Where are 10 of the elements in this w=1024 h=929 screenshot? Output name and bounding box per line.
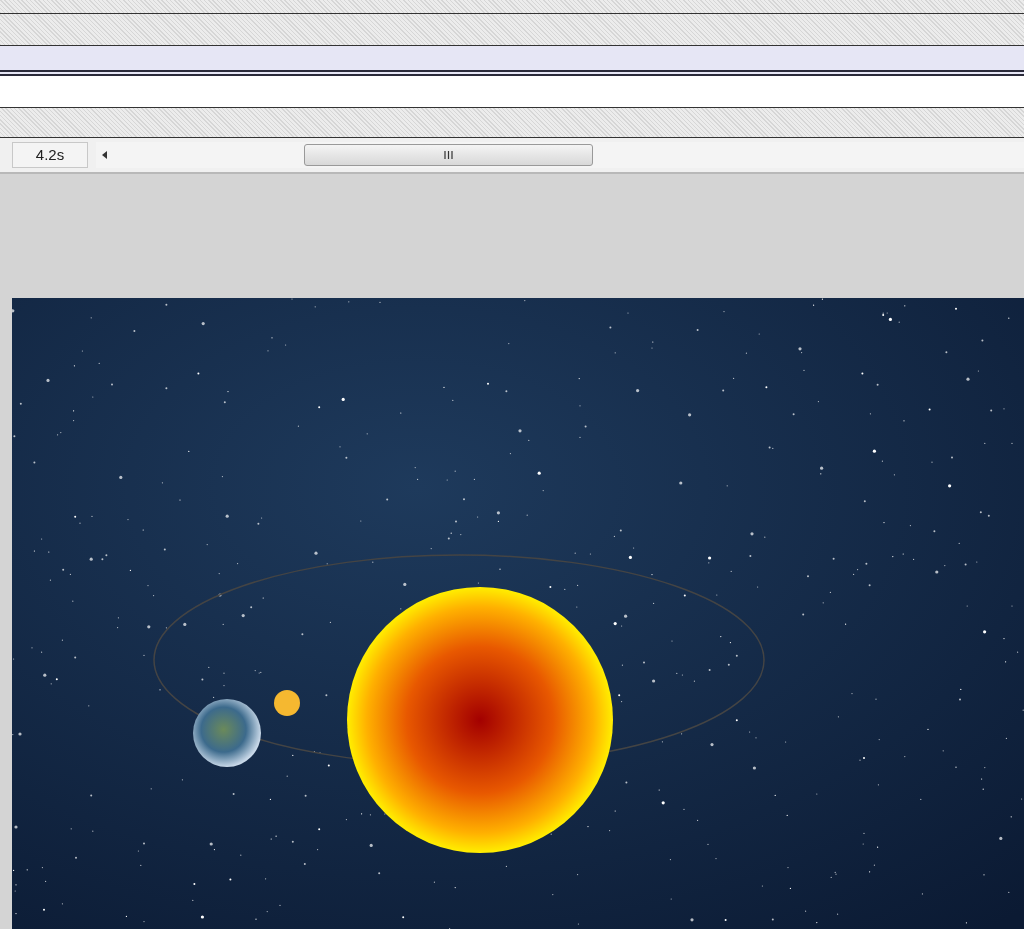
timeline-layer-row[interactable]	[0, 108, 1024, 138]
horizontal-scrollbar[interactable]	[96, 142, 1024, 168]
timeline-layer-row[interactable]	[0, 14, 1024, 46]
scroll-left-icon[interactable]	[102, 151, 108, 159]
timeline-layer-row[interactable]	[0, 46, 1024, 76]
scrollbar-thumb[interactable]	[304, 144, 593, 166]
timeline-layer-row[interactable]	[0, 76, 1024, 108]
grip-icon	[444, 151, 453, 159]
elapsed-time: 4.2s	[12, 142, 88, 168]
timeline-layer-row[interactable]	[0, 0, 1024, 14]
